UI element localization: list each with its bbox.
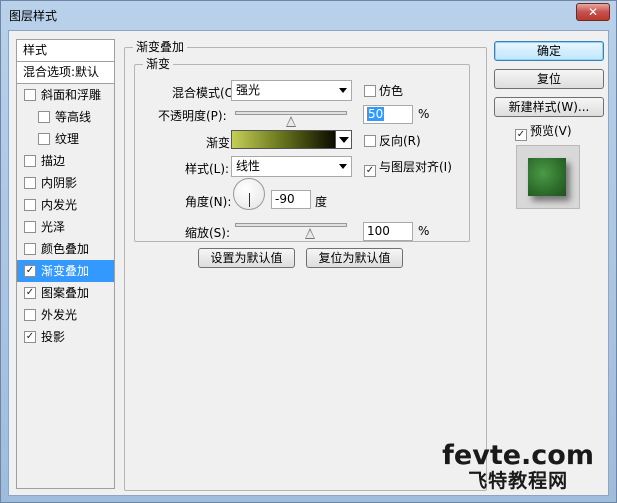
angle-dial[interactable] [233,178,265,210]
preview-checkbox[interactable]: ✓ 预览(V) [515,124,572,141]
gradient-overlay-group: 渐变叠加 渐变 混合模式(O): 强光 仿色 不透明度(P): 50 % 渐变:… [124,40,487,491]
style-item-checkbox[interactable] [24,243,36,255]
style-item-checkbox[interactable]: ✓ [24,265,36,277]
angle-value: -90 [275,192,295,206]
style-item-label: 描边 [41,154,66,168]
gradient-subgroup-title: 渐变 [143,57,174,71]
align-label: 与图层对齐(I) [379,160,452,174]
style-item-checkbox[interactable] [24,155,36,167]
gradient-overlay-title: 渐变叠加 [133,40,188,54]
window-title: 图层样式 [9,9,58,23]
align-check-box[interactable]: ✓ [364,165,376,177]
style-item-checkbox[interactable]: ✓ [24,331,36,343]
style-item-checkbox[interactable] [24,177,36,189]
styles-list-header[interactable]: 样式 [17,40,114,62]
reverse-checkbox[interactable]: 反向(R) [364,134,421,148]
gradient-subgroup: 渐变 混合模式(O): 强光 仿色 不透明度(P): 50 % 渐变: 反向(R… [134,57,470,242]
scale-slider[interactable] [235,223,347,227]
style-item-label: 等高线 [55,110,92,124]
style-list-item[interactable]: ✓ 投影 [17,326,114,348]
preview-label: 预览(V) [530,124,572,138]
style-item-checkbox[interactable] [24,199,36,211]
dialog-client-area: 样式 混合选项:默认 斜面和浮雕 等高线 纹理 描边 内阴影 内发光 光泽 颜色叠加 ✓ 渐变叠加… [8,30,609,496]
style-item-checkbox[interactable]: ✓ [24,287,36,299]
blend-options-item[interactable]: 混合选项:默认 [17,62,114,84]
dither-checkbox[interactable]: 仿色 [364,84,403,98]
style-item-label: 投影 [41,330,66,344]
title-bar[interactable]: 图层样式 ✕ [1,1,616,29]
angle-unit: 度 [315,195,328,209]
style-list-item[interactable]: ✓ 图案叠加 [17,282,114,304]
scale-label: 缩放(S): [185,226,231,240]
reverse-check-box[interactable] [364,135,376,147]
blend-mode-dropdown[interactable]: 强光 [231,80,352,101]
style-preview [516,145,580,209]
style-item-checkbox[interactable] [24,89,36,101]
watermark-site: fevte.com [442,440,594,471]
set-default-button[interactable]: 设置为默认值 [198,248,295,268]
gradient-label: 渐变: [206,136,235,150]
style-value: 线性 [236,159,261,173]
style-item-label: 内阴影 [41,176,78,190]
angle-label: 角度(N): [185,195,232,209]
opacity-label: 不透明度(P): [158,109,227,123]
style-dropdown[interactable]: 线性 [231,156,352,177]
style-item-label: 图案叠加 [41,286,90,300]
style-item-checkbox[interactable] [38,133,50,145]
dither-check-box[interactable] [364,85,376,97]
style-item-checkbox[interactable] [24,309,36,321]
dither-label: 仿色 [379,84,404,98]
chevron-down-icon [339,164,347,169]
style-item-label: 光泽 [41,220,66,234]
preview-check-box[interactable]: ✓ [515,129,527,141]
layer-style-dialog: 图层样式 ✕ 样式 混合选项:默认 斜面和浮雕等高线纹理描边内阴影内发光光泽颜色… [0,0,617,503]
opacity-slider-handle[interactable] [286,116,296,127]
align-with-layer-checkbox[interactable]: ✓ 与图层对齐(I) [364,160,452,177]
opacity-value: 50 [367,107,385,121]
style-item-label: 外发光 [41,308,78,322]
style-list-item[interactable]: 等高线 [17,106,114,128]
style-item-checkbox[interactable] [38,111,50,123]
style-list-item[interactable]: 外发光 [17,304,114,326]
chevron-down-icon [339,137,349,143]
scale-unit: % [418,224,430,238]
style-item-label: 纹理 [55,132,80,146]
style-item-label: 颜色叠加 [41,242,90,256]
style-list-item[interactable]: 内阴影 [17,172,114,194]
gradient-picker-button[interactable] [335,130,352,149]
reset-button[interactable]: 复位 [494,69,604,89]
style-list-item[interactable]: 颜色叠加 [17,238,114,260]
angle-input[interactable]: -90 [271,190,311,209]
new-style-button[interactable]: 新建样式(W)... [494,97,604,117]
style-list-item[interactable]: 斜面和浮雕 [17,84,114,106]
style-item-label: 内发光 [41,198,78,212]
preview-thumbnail [528,158,566,196]
reset-to-default-button[interactable]: 复位为默认值 [306,248,403,268]
style-item-label: 斜面和浮雕 [41,88,102,102]
style-list-item[interactable]: 内发光 [17,194,114,216]
close-button[interactable]: ✕ [576,3,610,21]
ok-button[interactable]: 确定 [494,41,604,61]
scale-input[interactable]: 100 [363,222,413,241]
opacity-input[interactable]: 50 [363,105,413,124]
watermark: fevte.com 飞特教程网 [442,440,594,493]
opacity-unit: % [418,107,430,121]
style-item-checkbox[interactable] [24,221,36,233]
blend-mode-value: 强光 [236,83,261,97]
gradient-preview-swatch[interactable] [231,130,337,149]
angle-dial-needle [249,193,250,207]
opacity-slider[interactable] [235,111,347,115]
style-item-label: 渐变叠加 [41,264,90,278]
style-label: 样式(L): [185,162,230,176]
reverse-label: 反向(R) [379,134,421,148]
styles-list: 样式 混合选项:默认 斜面和浮雕等高线纹理描边内阴影内发光光泽颜色叠加 ✓ 渐变叠加… [16,39,115,489]
style-list-item[interactable]: 描边 [17,150,114,172]
scale-value: 100 [367,224,390,238]
style-list-item[interactable]: 纹理 [17,128,114,150]
style-list-item[interactable]: 光泽 [17,216,114,238]
style-list-item[interactable]: ✓ 渐变叠加 [17,260,114,282]
chevron-down-icon [339,88,347,93]
watermark-name: 飞特教程网 [468,470,569,492]
scale-slider-handle[interactable] [304,228,315,239]
